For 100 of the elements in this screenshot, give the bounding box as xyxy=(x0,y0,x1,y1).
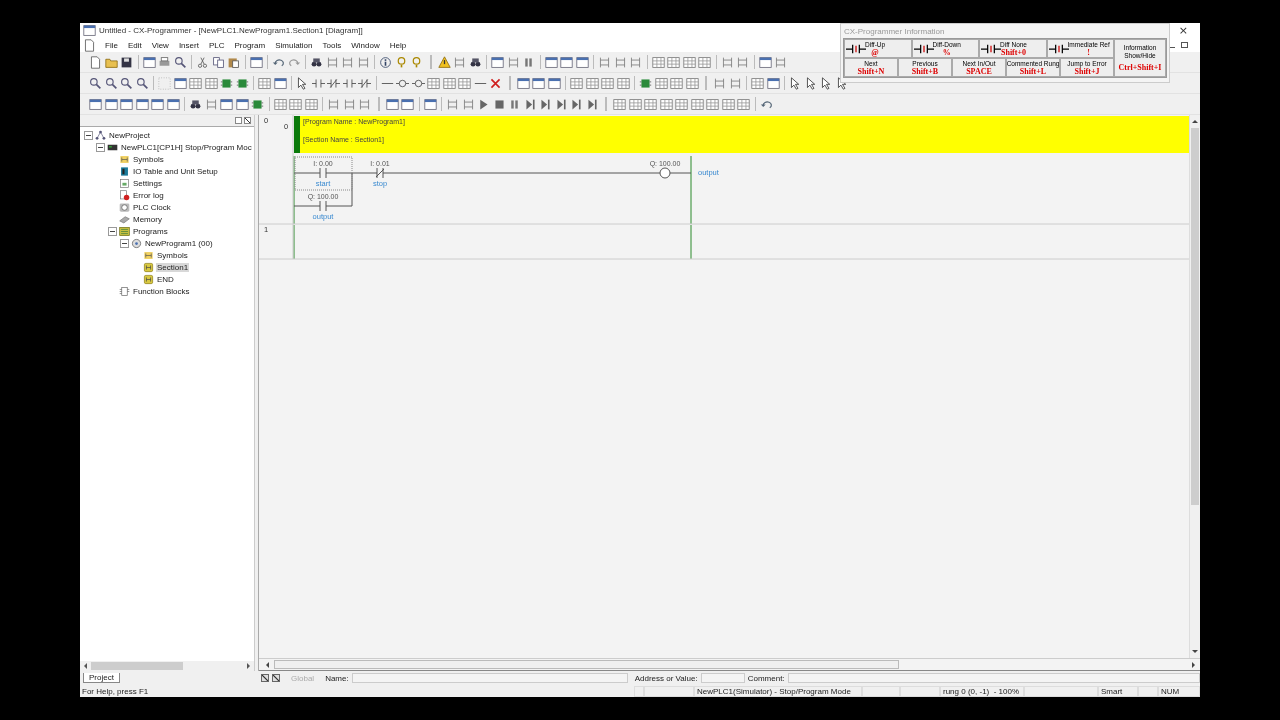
window-icon[interactable] xyxy=(491,55,505,69)
window-icon[interactable] xyxy=(385,97,399,111)
window-icon[interactable] xyxy=(560,55,574,69)
window-icon[interactable] xyxy=(135,97,149,111)
window-icon[interactable] xyxy=(423,97,437,111)
ladder-icon[interactable] xyxy=(720,55,734,69)
zoom-icon[interactable] xyxy=(135,76,149,90)
table-icon[interactable] xyxy=(698,55,712,69)
ladder-icon[interactable] xyxy=(774,55,788,69)
ladder-icon[interactable] xyxy=(461,97,475,111)
menu-item[interactable]: View xyxy=(146,40,174,50)
ladder-icon[interactable] xyxy=(342,97,356,111)
table-icon[interactable] xyxy=(189,76,203,90)
tree-item[interactable]: Programs xyxy=(132,226,169,236)
tree-item[interactable]: Section1 xyxy=(156,262,190,272)
window-icon[interactable] xyxy=(89,97,103,111)
ladder-icon[interactable] xyxy=(358,97,372,111)
menu-item[interactable]: PLC xyxy=(203,40,230,50)
zoom-icon[interactable] xyxy=(120,76,134,90)
tree-item[interactable]: Memory xyxy=(132,214,163,224)
info-icon[interactable] xyxy=(379,55,393,69)
chip-icon[interactable] xyxy=(220,76,234,90)
collapse-icon[interactable] xyxy=(108,226,117,236)
window-icon[interactable] xyxy=(547,76,561,90)
window-icon[interactable] xyxy=(766,76,780,90)
table-icon[interactable] xyxy=(644,97,658,111)
scrollbar[interactable] xyxy=(80,661,254,671)
scissors-icon[interactable] xyxy=(196,55,210,69)
table-icon[interactable] xyxy=(685,76,699,90)
closed-contact-icon[interactable] xyxy=(358,76,372,90)
window-icon[interactable] xyxy=(220,97,234,111)
tree-item[interactable]: Symbols xyxy=(132,154,165,164)
ladder-icon[interactable] xyxy=(736,55,750,69)
tree-item[interactable]: Symbols xyxy=(156,250,189,260)
window-icon[interactable] xyxy=(249,55,263,69)
table-icon[interactable] xyxy=(682,55,696,69)
binoculars-icon[interactable] xyxy=(468,55,482,69)
table-icon[interactable] xyxy=(616,76,630,90)
tree-item[interactable]: Error log xyxy=(132,190,165,200)
printer-icon[interactable] xyxy=(158,55,172,69)
table-icon[interactable] xyxy=(651,55,665,69)
closed-contact-symbol[interactable] xyxy=(373,167,387,179)
menu-item[interactable]: Edit xyxy=(122,40,147,50)
table-icon[interactable] xyxy=(751,76,765,90)
tree-item[interactable]: NewPLC1[CP1H] Stop/Program Moc xyxy=(120,142,253,152)
binoculars-icon[interactable] xyxy=(189,97,203,111)
table-icon[interactable] xyxy=(304,97,318,111)
scrollbar[interactable] xyxy=(1189,115,1200,658)
table-icon[interactable] xyxy=(721,97,735,111)
tree-item[interactable]: IO Table and Unit Setup xyxy=(132,166,219,176)
table-icon[interactable] xyxy=(204,76,218,90)
window-icon[interactable] xyxy=(544,55,558,69)
ladder-icon[interactable] xyxy=(446,97,460,111)
skip-icon[interactable] xyxy=(585,97,599,111)
ladder-icon[interactable] xyxy=(341,55,355,69)
table-icon[interactable] xyxy=(601,76,615,90)
menu-item[interactable]: Simulation xyxy=(270,40,318,50)
window-icon[interactable] xyxy=(575,55,589,69)
zoom-icon[interactable] xyxy=(89,76,103,90)
ladder-icon[interactable] xyxy=(728,76,742,90)
collapse-icon[interactable] xyxy=(84,130,93,140)
menu-item[interactable]: Insert xyxy=(173,40,204,50)
restore-icon[interactable] xyxy=(1181,42,1188,48)
page-icon[interactable] xyxy=(89,55,103,69)
menu-item[interactable]: Tools xyxy=(317,40,347,50)
ladder-icon[interactable] xyxy=(598,55,612,69)
menu-item[interactable]: File xyxy=(100,40,123,50)
window-icon[interactable] xyxy=(173,76,187,90)
binoculars-icon[interactable] xyxy=(310,55,324,69)
table-icon[interactable] xyxy=(442,76,456,90)
tab[interactable]: Project xyxy=(83,673,120,683)
table-icon[interactable] xyxy=(289,97,303,111)
window-icon[interactable] xyxy=(516,76,530,90)
delete-icon[interactable] xyxy=(489,76,503,90)
window-icon[interactable] xyxy=(166,97,180,111)
skip-icon[interactable] xyxy=(570,97,584,111)
table-icon[interactable] xyxy=(570,76,584,90)
name-field[interactable] xyxy=(351,673,628,683)
contact-symbol[interactable] xyxy=(294,156,353,191)
zoom-icon[interactable] xyxy=(173,55,187,69)
pointer-icon[interactable] xyxy=(804,76,818,90)
menu-item[interactable]: Program xyxy=(229,40,271,50)
close-icon[interactable] xyxy=(244,117,251,124)
chip-icon[interactable] xyxy=(235,76,249,90)
menu-item[interactable]: Window xyxy=(346,40,385,50)
coil-symbol[interactable] xyxy=(659,167,671,179)
window-icon[interactable] xyxy=(532,76,546,90)
warning-icon[interactable] xyxy=(437,55,451,69)
window-icon[interactable] xyxy=(401,97,415,111)
contact-symbol[interactable] xyxy=(316,200,330,212)
closed-contact-icon[interactable] xyxy=(327,76,341,90)
clipboard-icon[interactable] xyxy=(227,55,241,69)
address-field[interactable] xyxy=(700,673,745,683)
contact-icon[interactable] xyxy=(342,76,356,90)
table-icon[interactable] xyxy=(667,55,681,69)
collapse-icon[interactable] xyxy=(96,142,105,152)
tree-item[interactable]: PLC Clock xyxy=(132,202,172,212)
tree-item[interactable]: Settings xyxy=(132,178,163,188)
table-icon[interactable] xyxy=(654,76,668,90)
contact-icon[interactable] xyxy=(311,76,325,90)
